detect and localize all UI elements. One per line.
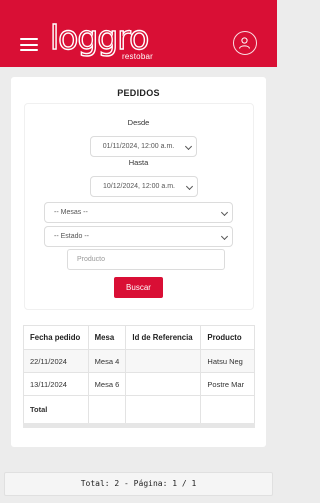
table-horizontal-scrollbar[interactable] xyxy=(23,423,255,428)
table-cell: Mesa 6 xyxy=(87,372,127,396)
column-header[interactable]: Mesa xyxy=(87,325,127,350)
column-header[interactable]: Fecha pedido xyxy=(23,325,89,350)
table-row[interactable]: 22/11/2024 Mesa 4 Hatsu Neg xyxy=(23,349,255,373)
table-row[interactable]: 13/11/2024 Mesa 6 Postre Mar xyxy=(23,372,255,396)
chevron-down-icon xyxy=(185,182,194,191)
desde-label: Desde xyxy=(127,118,150,127)
table-total-row: Total xyxy=(23,395,255,423)
hasta-datetime-input[interactable]: 10/12/2024, 12:00 a.m. xyxy=(90,176,198,197)
table-cell xyxy=(125,349,202,373)
desde-datetime-input[interactable]: 01/11/2024, 12:00 a.m. xyxy=(90,136,197,157)
estado-select[interactable]: -- Estado -- xyxy=(44,226,233,247)
estado-value: -- Estado -- xyxy=(54,233,90,240)
table-cell: Hatsu Neg xyxy=(200,349,255,373)
user-icon[interactable] xyxy=(233,31,257,55)
column-header[interactable]: Id de Referencia xyxy=(125,325,202,350)
hasta-label: Hasta xyxy=(128,158,149,167)
total-label: Total xyxy=(23,395,89,423)
mesas-select[interactable]: -- Mesas -- xyxy=(44,202,233,223)
desde-value: 01/11/2024, 12:00 a.m. xyxy=(102,143,175,150)
logo-subtitle: restobar xyxy=(122,52,153,61)
chevron-down-icon xyxy=(220,232,229,241)
table-cell: 13/11/2024 xyxy=(23,372,89,396)
logo-text: loggro xyxy=(49,18,150,57)
chevron-down-icon xyxy=(184,142,193,151)
table-cell: Postre Mar xyxy=(200,372,255,396)
producto-input[interactable]: Producto xyxy=(67,249,225,270)
scrollbar-thumb[interactable] xyxy=(23,423,255,428)
column-header[interactable]: Producto xyxy=(200,325,255,350)
chevron-down-icon xyxy=(220,208,229,217)
orders-table: Fecha pedido Mesa Id de Referencia Produ… xyxy=(23,325,255,423)
pagination-summary: Total: 2 - Página: 1 / 1 xyxy=(4,472,273,496)
menu-icon[interactable] xyxy=(20,38,38,51)
buscar-button[interactable]: Buscar xyxy=(114,277,163,298)
table-header-row: Fecha pedido Mesa Id de Referencia Produ… xyxy=(23,325,255,350)
table-cell xyxy=(125,372,202,396)
table-cell xyxy=(87,395,127,423)
top-bar: loggro restobar xyxy=(0,0,277,67)
mesas-value: -- Mesas -- xyxy=(54,209,88,216)
table-cell xyxy=(125,395,202,423)
producto-placeholder: Producto xyxy=(77,256,106,263)
logo: loggro restobar xyxy=(49,20,155,61)
table-cell: Mesa 4 xyxy=(87,349,127,373)
hasta-value: 10/12/2024, 12:00 a.m. xyxy=(103,183,175,190)
table-cell: 22/11/2024 xyxy=(23,349,89,373)
page-title: PEDIDOS xyxy=(117,88,160,98)
table-cell xyxy=(200,395,255,423)
